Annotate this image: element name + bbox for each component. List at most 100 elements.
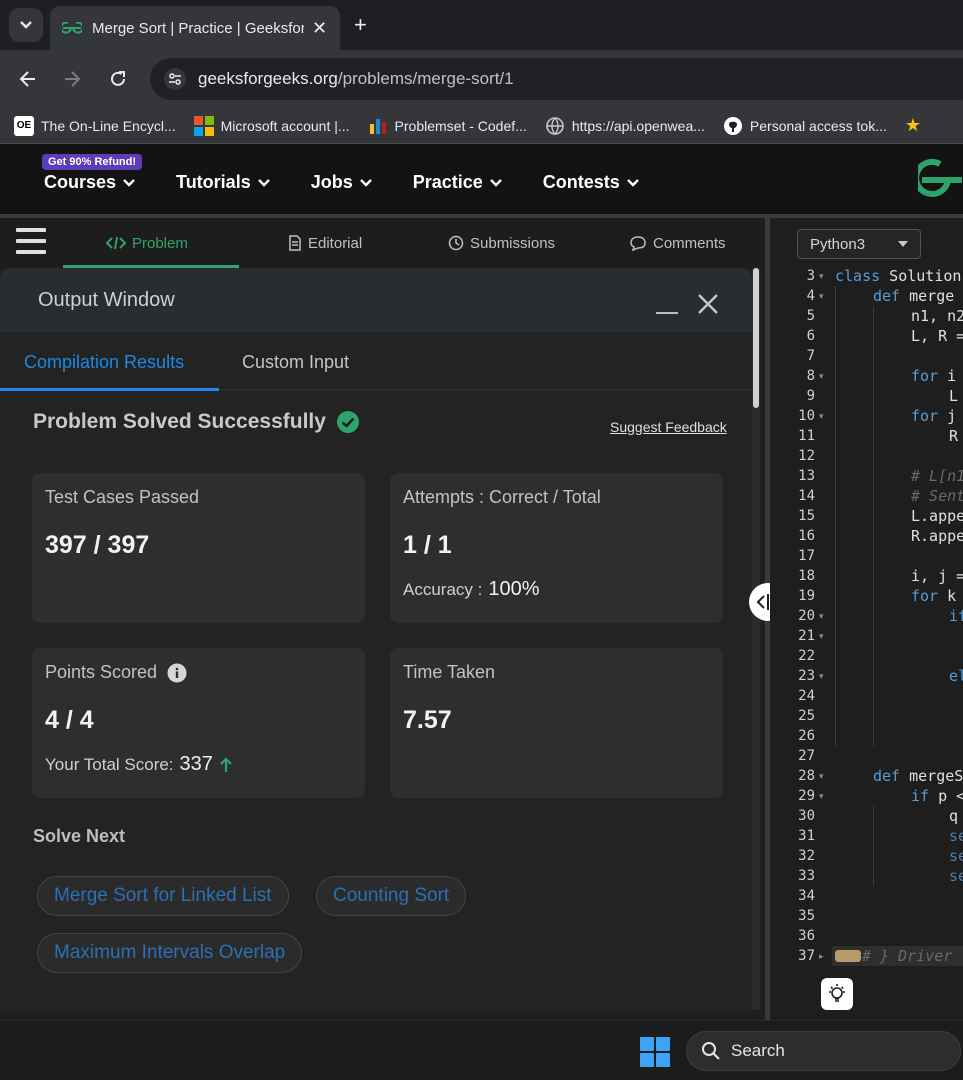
main-nav: Courses Tutorials Jobs Practice Contests: [44, 172, 640, 193]
fold-chevron-icon[interactable]: ▾: [819, 766, 824, 786]
reload-button[interactable]: [106, 67, 130, 91]
solve-next-link[interactable]: Merge Sort for Linked List: [37, 876, 289, 916]
card-value: 7.57: [403, 706, 452, 734]
star-icon[interactable]: ★: [905, 115, 921, 136]
windows-start-icon[interactable]: [640, 1037, 670, 1067]
output-scrollbar[interactable]: [752, 268, 760, 1010]
active-output-tab-indicator: [0, 388, 219, 391]
comment-icon: [630, 236, 646, 251]
bookmark-codeforces[interactable]: Problemset - Codef...: [368, 116, 527, 136]
gfg-logo-icon[interactable]: [918, 158, 963, 198]
gfg-favicon-icon: [62, 22, 82, 34]
line-number: 10: [798, 408, 815, 424]
card-label: Attempts : Correct / Total: [403, 487, 601, 507]
solve-next-link[interactable]: Maximum Intervals Overlap: [37, 933, 303, 973]
code-area[interactable]: class Solution def merge n1, n2 L, R = f…: [832, 266, 963, 966]
line-number: 17: [798, 548, 815, 564]
nav-jobs[interactable]: Jobs: [311, 172, 373, 193]
fold-chevron-icon[interactable]: ▾: [819, 266, 824, 286]
line-number: 27: [798, 748, 815, 764]
code-line: for j: [911, 406, 956, 426]
nav-practice[interactable]: Practice: [413, 172, 503, 193]
minimize-icon[interactable]: [656, 312, 678, 314]
code-line: se: [949, 827, 963, 845]
language-select[interactable]: Python3: [797, 229, 921, 259]
nav-courses[interactable]: Courses: [44, 172, 136, 193]
line-number: 12: [798, 448, 815, 464]
fold-chevron-icon[interactable]: ▾: [819, 606, 824, 626]
bookmark-oeis[interactable]: OE The On-Line Encycl...: [14, 115, 176, 136]
nav-label: Courses: [44, 172, 117, 192]
back-arrow-icon: [19, 71, 35, 87]
line-number: 15: [798, 508, 815, 524]
test-cases-card: Test Cases Passed 397 / 397: [32, 473, 365, 623]
info-icon[interactable]: [167, 663, 187, 683]
code-text: k: [938, 587, 957, 605]
tab-editorial[interactable]: Editorial: [288, 218, 362, 268]
address-bar[interactable]: geeksforgeeks.org/problems/merge-sort/1: [150, 58, 963, 100]
scrollbar-thumb[interactable]: [753, 268, 759, 408]
code-line: L, R =: [911, 327, 963, 345]
codeforces-icon: [369, 118, 386, 134]
taskbar-search[interactable]: Search: [686, 1031, 961, 1071]
fold-chevron-icon[interactable]: ▸: [819, 946, 824, 966]
bookmark-label: Microsoft account |...: [220, 117, 350, 134]
new-tab-button[interactable]: +: [354, 12, 367, 38]
fold-chevron-icon[interactable]: ▾: [819, 406, 824, 426]
line-number: 35: [798, 908, 815, 924]
fold-chevron-icon[interactable]: ▾: [819, 626, 824, 646]
lightbulb-icon[interactable]: [821, 978, 853, 1010]
tab-label: Editorial: [308, 234, 363, 252]
line-number: 29: [798, 788, 815, 804]
code-text: p <: [929, 787, 963, 805]
line-number: 11: [798, 428, 815, 444]
refund-badge[interactable]: Get 90% Refund!: [42, 154, 143, 170]
fold-chevron-icon[interactable]: ▾: [819, 366, 824, 386]
line-number: 31: [798, 828, 815, 844]
chevron-down-icon: [123, 178, 135, 187]
document-icon: [289, 235, 301, 251]
keyword: def: [873, 767, 901, 785]
nav-contests[interactable]: Contests: [543, 172, 640, 193]
tab-comments[interactable]: Comments: [629, 218, 726, 268]
tab-search-button[interactable]: [9, 8, 43, 42]
close-icon[interactable]: [696, 292, 720, 316]
code-line: q: [949, 807, 959, 825]
code-line: se: [949, 867, 963, 885]
menu-icon[interactable]: [16, 228, 46, 254]
tab-custom-input[interactable]: Custom Input: [242, 352, 349, 373]
bookmark-github[interactable]: Personal access tok...: [723, 116, 887, 136]
line-number: 19: [798, 588, 815, 604]
tab-problem[interactable]: Problem: [106, 218, 188, 268]
code-text: i: [938, 367, 957, 385]
line-number-gutter: 3 4 5 6 7 8 9 10 11 12 13 14 15 16 17 18…: [770, 266, 832, 966]
site-info-icon[interactable]: [164, 68, 186, 90]
line-number: 13: [798, 468, 815, 484]
tab-compilation-results[interactable]: Compilation Results: [24, 352, 184, 373]
line-number: 21: [798, 628, 815, 644]
code-icon: [106, 236, 126, 250]
code-line: L.appe: [911, 507, 963, 525]
accuracy-value: 100%: [488, 578, 540, 600]
browser-tab-active[interactable]: Merge Sort | Practice | GeeksforGeeks ✕: [50, 6, 340, 50]
back-button[interactable]: [16, 67, 40, 91]
fold-ellipsis-icon[interactable]: [835, 950, 861, 962]
line-number: 5: [806, 308, 815, 324]
fold-chevron-icon[interactable]: ▾: [819, 286, 824, 306]
bookmark-microsoft[interactable]: Microsoft account |...: [193, 115, 350, 136]
suggest-feedback-link[interactable]: Suggest Feedback: [610, 419, 727, 435]
code-line: i, j =: [911, 567, 963, 585]
arrow-up-icon: [220, 756, 232, 772]
tab-close-icon[interactable]: ✕: [312, 18, 327, 39]
fold-chevron-icon[interactable]: ▾: [819, 786, 824, 806]
forward-button[interactable]: [60, 67, 84, 91]
attempts-card: Attempts : Correct / Total 1 / 1 Accurac…: [390, 473, 723, 623]
fold-chevron-icon[interactable]: ▾: [819, 666, 824, 686]
microsoft-icon: [193, 115, 214, 136]
status-text: Problem Solved Successfully: [33, 410, 326, 433]
nav-tutorials[interactable]: Tutorials: [176, 172, 271, 193]
tab-submissions[interactable]: Submissions: [448, 218, 555, 268]
bookmark-openweather[interactable]: https://api.openwea...: [545, 116, 705, 136]
solve-next-link[interactable]: Counting Sort: [316, 876, 467, 916]
keyword: for: [911, 367, 939, 385]
